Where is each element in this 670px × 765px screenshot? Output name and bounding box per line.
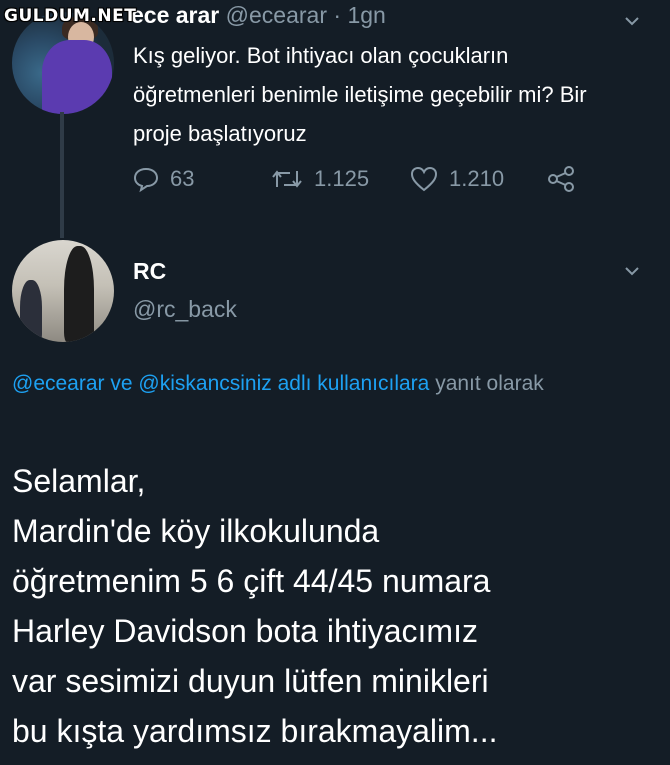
- chevron-down-icon[interactable]: [623, 12, 641, 30]
- avatar[interactable]: [12, 240, 114, 342]
- text-line: Selamlar,: [12, 463, 146, 499]
- share-button[interactable]: [546, 165, 576, 193]
- author-handle[interactable]: @rc_back: [133, 296, 237, 323]
- tweet-text: Kış geliyor. Bot ihtiyacı olan çocukları…: [133, 43, 587, 146]
- like-button[interactable]: 1.210: [409, 165, 504, 193]
- author-name[interactable]: RC: [133, 258, 166, 285]
- text-line: Harley Davidson bota ihtiyacımız: [12, 613, 478, 649]
- separator: ·: [333, 2, 342, 28]
- retweet-count: 1.125: [314, 166, 370, 191]
- text-line: var sesimizi duyun lütfen minikleri: [12, 663, 489, 699]
- connector-text: ve: [110, 372, 133, 395]
- retweet-button[interactable]: 1.125: [270, 165, 369, 193]
- reply-context: @ecearar ve @kiskancsiniz adlı kullanıcı…: [12, 366, 652, 402]
- tweet-header: ece arar @ecearar · 1gn: [131, 2, 386, 29]
- reply-suffix: yanıt olarak: [435, 372, 544, 395]
- text-line: bu kışta yardımsız bırakmayalim...: [12, 713, 498, 749]
- watermark: GULDUM.NET: [4, 6, 137, 26]
- reply-button[interactable]: 63: [132, 165, 194, 193]
- heart-icon: [410, 166, 438, 192]
- share-icon: [548, 166, 574, 192]
- retweet-icon: [272, 170, 302, 188]
- reply-count: 63: [170, 166, 195, 191]
- mention-link[interactable]: @ecearar: [12, 372, 105, 395]
- author-name[interactable]: ece arar: [131, 2, 219, 28]
- timestamp[interactable]: 1gn: [347, 2, 385, 28]
- like-count: 1.210: [449, 166, 505, 191]
- chevron-down-icon[interactable]: [623, 262, 641, 280]
- avatar[interactable]: [12, 12, 114, 114]
- thread-line: [60, 112, 64, 238]
- author-handle[interactable]: @ecearar: [226, 2, 327, 28]
- mention-link[interactable]: @kiskancsiniz adlı kullanıcılara: [138, 372, 429, 395]
- text-line: öğretmenim 5 6 çift 44/45 numara: [12, 563, 491, 599]
- text-line: Mardin'de köy ilkokulunda: [12, 513, 380, 549]
- tweet-text: Selamlar, Mardin'de köy ilkokulunda öğre…: [12, 456, 662, 756]
- reply-icon: [133, 167, 159, 193]
